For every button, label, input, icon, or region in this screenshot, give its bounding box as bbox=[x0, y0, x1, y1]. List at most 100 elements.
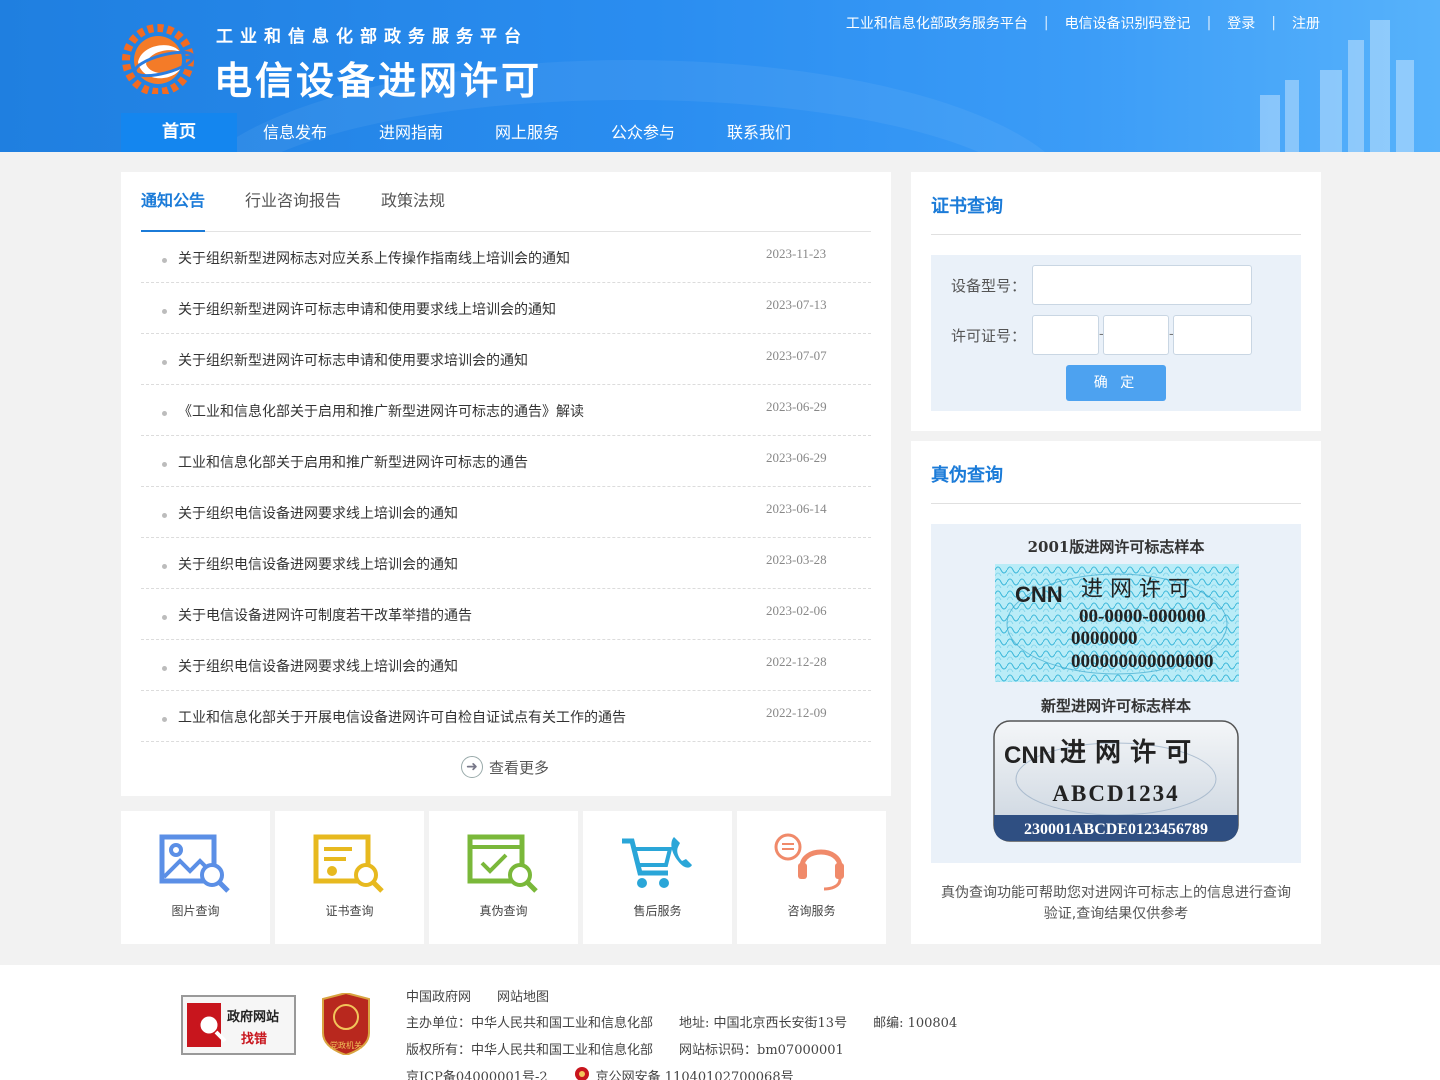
footer-icp-row: 京ICP备04000001号-2 京公网安备 11040102700068号 bbox=[406, 1066, 820, 1080]
footer-link-sitemap[interactable]: 网站地图 bbox=[497, 986, 549, 1005]
sample1-line1: 00-0000-000000 bbox=[1079, 606, 1206, 627]
model-label: 设备型号： bbox=[951, 277, 1027, 295]
news-list: 关于组织新型进网标志对应关系上传操作指南线上培训会的通知 2023-11-23 关… bbox=[141, 232, 871, 742]
sample2-caption: 新型进网许可标志样本 bbox=[1040, 697, 1191, 715]
sample2-label-image: CNN 进 网 许 可 ABCD1234 230001ABCDE01234567… bbox=[993, 720, 1239, 842]
nav-info-release[interactable]: 信息发布 bbox=[237, 113, 353, 152]
bullet-icon bbox=[162, 513, 167, 518]
quick-link-authenticity-query[interactable]: 真伪查询 bbox=[429, 811, 578, 944]
certificate-search-icon bbox=[313, 834, 384, 893]
news-title[interactable]: 关于组织新型进网许可标志申请和使用要求线上培训会的通知 bbox=[178, 299, 556, 319]
address-text: 地址: 中国北京西长安街13号 bbox=[679, 1016, 848, 1031]
top-links: 工业和信息化部政务服务平台 | 电信设备识别码登记 | 登录 | 注册 bbox=[846, 13, 1320, 33]
panel-header: 证书查询 bbox=[931, 172, 1301, 235]
list-item: 关于组织新型进网许可标志申请和使用要求培训会的通知 2023-07-07 bbox=[141, 334, 871, 385]
nav-home[interactable]: 首页 bbox=[121, 113, 237, 152]
news-date: 2023-11-23 bbox=[766, 246, 827, 261]
bullet-icon bbox=[162, 411, 167, 416]
separator: | bbox=[1271, 15, 1276, 31]
news-date: 2022-12-28 bbox=[766, 654, 827, 669]
sample1-line3: 000000000000000 bbox=[1071, 651, 1214, 672]
quick-link-label: 图片查询 bbox=[171, 904, 220, 918]
nav-guide[interactable]: 进网指南 bbox=[353, 113, 469, 152]
quick-link-cert-query[interactable]: 证书查询 bbox=[275, 811, 424, 944]
bullet-icon bbox=[162, 666, 167, 671]
news-date: 2022-12-09 bbox=[766, 705, 827, 720]
main-nav: 首页 信息发布 进网指南 网上服务 公众参与 联系我们 bbox=[121, 113, 817, 152]
image-search-icon bbox=[159, 834, 230, 893]
list-item: 关于组织电信设备进网要求线上培训会的通知 2023-03-28 bbox=[141, 538, 871, 589]
quick-link-after-sales[interactable]: 售后服务 bbox=[583, 811, 732, 944]
gov-site-error-badge[interactable]: 政府网站 找错 bbox=[181, 995, 296, 1055]
bullet-icon bbox=[162, 258, 167, 263]
postcode-text: 邮编: 100804 bbox=[873, 1016, 958, 1031]
news-title[interactable]: 工业和信息化部关于开展电信设备进网许可自检自证试点有关工作的通告 bbox=[178, 707, 626, 727]
top-link-imei-register[interactable]: 电信设备识别码登记 bbox=[1065, 13, 1191, 33]
news-title[interactable]: 关于组织电信设备进网要求线上培训会的通知 bbox=[178, 656, 458, 676]
confirm-button[interactable]: 确 定 bbox=[1066, 365, 1166, 401]
site-logo bbox=[122, 24, 195, 94]
tab-notices[interactable]: 通知公告 bbox=[141, 172, 206, 232]
news-title[interactable]: 关于电信设备进网许可制度若干改革举措的通告 bbox=[178, 605, 472, 625]
cert-query-form: 设备型号： 许可证号： - - 确 定 bbox=[931, 255, 1301, 411]
site-id-text: 网站标识码：bm07000001 bbox=[679, 1043, 844, 1058]
sample2-code-text: ABCD1234 bbox=[1052, 781, 1179, 806]
news-date: 2023-06-14 bbox=[766, 501, 827, 516]
news-date: 2023-07-13 bbox=[766, 297, 827, 312]
party-gov-badge-icon[interactable]: 党政机关 bbox=[319, 993, 373, 1055]
quick-link-image-query[interactable]: 图片查询 bbox=[121, 811, 270, 944]
register-link[interactable]: 注册 bbox=[1292, 13, 1320, 33]
footer-links: 中国政府网 网站地图 bbox=[406, 986, 575, 1005]
license-input-2[interactable] bbox=[1103, 315, 1169, 355]
login-link[interactable]: 登录 bbox=[1227, 13, 1255, 33]
arrow-right-icon: ➜ bbox=[461, 756, 483, 778]
license-input-1[interactable] bbox=[1032, 315, 1099, 355]
separator: | bbox=[1043, 15, 1049, 31]
error-report-logo: 政府网站 找错 bbox=[187, 1003, 279, 1047]
footer-link-gov[interactable]: 中国政府网 bbox=[406, 986, 471, 1005]
list-item: 关于组织新型进网许可标志申请和使用要求线上培训会的通知 2023-07-13 bbox=[141, 283, 871, 334]
news-panel: 通知公告 行业咨询报告 政策法规 关于组织新型进网标志对应关系上传操作指南线上培… bbox=[121, 172, 891, 796]
quick-link-consulting[interactable]: 咨询服务 bbox=[737, 811, 886, 944]
nav-public-participation[interactable]: 公众参与 bbox=[585, 113, 701, 152]
news-date: 2023-03-28 bbox=[766, 552, 827, 567]
nav-contact[interactable]: 联系我们 bbox=[701, 113, 817, 152]
news-title[interactable]: 关于组织新型进网标志对应关系上传操作指南线上培训会的通知 bbox=[178, 248, 570, 268]
quick-link-label: 咨询服务 bbox=[787, 904, 836, 918]
quick-link-label: 真伪查询 bbox=[479, 904, 528, 918]
sample1-header-text: 进 网 许 可 bbox=[1081, 577, 1190, 602]
sample2-serial-text: 230001ABCDE0123456789 bbox=[1024, 821, 1208, 838]
panel-header: 真伪查询 bbox=[931, 441, 1301, 504]
news-title[interactable]: 《工业和信息化部关于启用和推广新型进网许可标志的通告》解读 bbox=[178, 401, 584, 421]
nav-online-service[interactable]: 网上服务 bbox=[469, 113, 585, 152]
view-more-label: 查看更多 bbox=[489, 758, 550, 777]
news-title[interactable]: 关于组织新型进网许可标志申请和使用要求培训会的通知 bbox=[178, 350, 528, 370]
authenticity-description: 真伪查询功能可帮助您对进网许可标志上的信息进行查询验证,查询结果仅供参考 bbox=[941, 885, 1291, 922]
view-more-link[interactable]: ➜ 查看更多 bbox=[461, 756, 549, 778]
top-link-platform[interactable]: 工业和信息化部政务服务平台 bbox=[846, 13, 1028, 33]
news-title[interactable]: 关于组织电信设备进网要求线上培训会的通知 bbox=[178, 554, 458, 574]
badge1-line1: 政府网站 bbox=[227, 1009, 279, 1025]
list-item: 关于组织电信设备进网要求线上培训会的通知 2023-06-14 bbox=[141, 487, 871, 538]
badge1-line2: 找错 bbox=[241, 1031, 267, 1047]
icp-link[interactable]: 京ICP备04000001号-2 bbox=[406, 1066, 548, 1080]
license-input-3[interactable] bbox=[1173, 315, 1252, 355]
list-item: 工业和信息化部关于启用和推广新型进网许可标志的通告 2023-06-29 bbox=[141, 436, 871, 487]
sample2-logo-text: CNN bbox=[1004, 742, 1056, 769]
sample1-label-image: CNN 进 网 许 可 00-0000-000000 0000000 00000… bbox=[995, 564, 1239, 682]
sponsor-text: 主办单位：中华人民共和国工业和信息化部 bbox=[406, 1016, 654, 1031]
police-record-link[interactable]: 京公网安备 11040102700068号 bbox=[596, 1066, 794, 1080]
tab-policies[interactable]: 政策法规 bbox=[381, 172, 445, 232]
authenticity-panel: 真伪查询 2001版进网许可标志样本 CNN 进 网 许 可 00-0000-0… bbox=[911, 441, 1321, 944]
site-header: 工业和信息化部政务服务平台 电信设备进网许可 工业和信息化部政务服务平台 | 电… bbox=[0, 0, 1440, 152]
bullet-icon bbox=[162, 717, 167, 722]
news-tabs: 通知公告 行业咨询报告 政策法规 bbox=[141, 172, 871, 232]
news-title[interactable]: 工业和信息化部关于启用和推广新型进网许可标志的通告 bbox=[178, 452, 528, 472]
list-item: 《工业和信息化部关于启用和推广新型进网许可标志的通告》解读 2023-06-29 bbox=[141, 385, 871, 436]
news-title[interactable]: 关于组织电信设备进网要求线上培训会的通知 bbox=[178, 503, 458, 523]
footer-copyright-row: 版权所有：中华人民共和国工业和信息化部 网站标识码：bm07000001 bbox=[406, 1039, 870, 1058]
model-input[interactable] bbox=[1032, 265, 1252, 305]
tab-industry-reports[interactable]: 行业咨询报告 bbox=[245, 172, 341, 232]
bullet-icon bbox=[162, 615, 167, 620]
news-date: 2023-02-06 bbox=[766, 603, 827, 618]
